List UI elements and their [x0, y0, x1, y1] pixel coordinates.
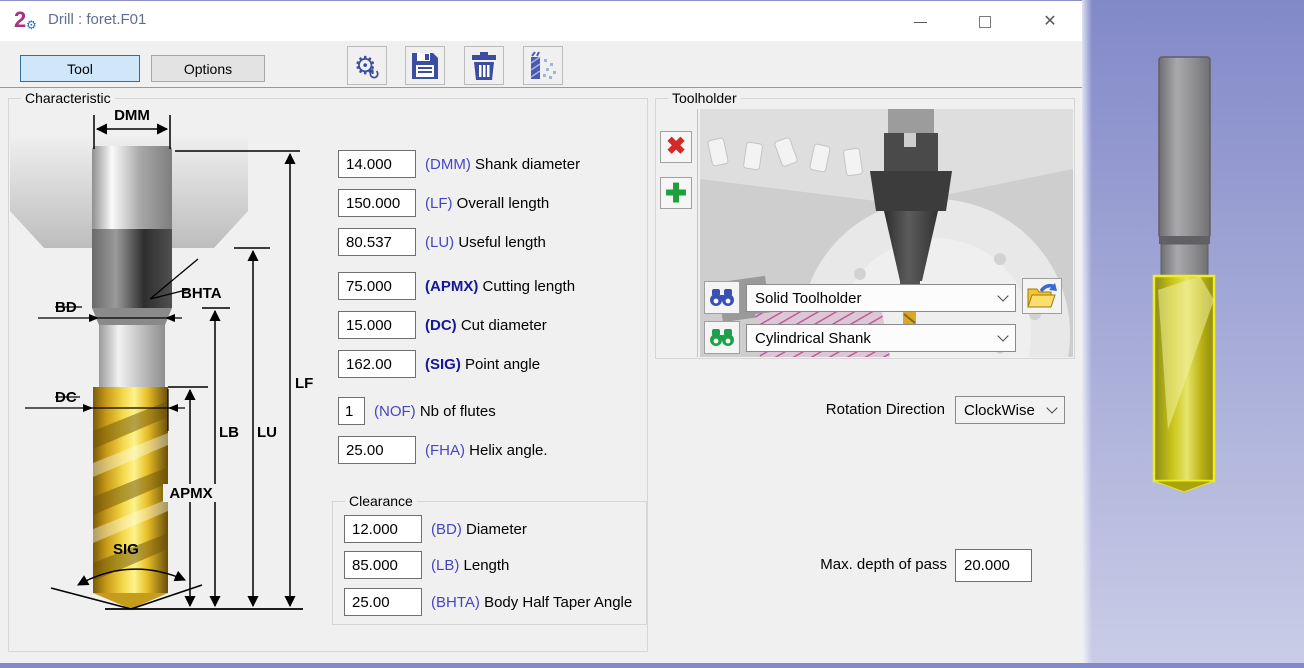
rotation-direction-select[interactable]: ClockWise [955, 396, 1065, 424]
bhta-input[interactable] [344, 588, 422, 616]
close-button[interactable]: ✕ [1028, 9, 1072, 35]
apmx-input[interactable] [338, 272, 416, 300]
svg-text:LB: LB [219, 424, 239, 441]
simulation-button[interactable] [523, 46, 563, 85]
rotation-direction-label: Rotation Direction [745, 401, 945, 418]
toolholder-preview-image [700, 109, 1073, 357]
open-toolholder-library-button[interactable] [1022, 278, 1062, 314]
delete-button[interactable] [464, 46, 504, 85]
drill-3d-preview-panel [1082, 0, 1304, 663]
lu-input[interactable] [338, 228, 416, 256]
maximize-button[interactable] [963, 9, 1007, 35]
svg-text:LF: LF [295, 375, 313, 392]
dc-input[interactable] [338, 311, 416, 339]
window-title: Drill : foret.F01 [48, 11, 146, 28]
svg-text:↻: ↻ [368, 66, 380, 82]
shank-type-select[interactable]: Cylindrical Shank [746, 324, 1016, 352]
lf-input[interactable] [338, 189, 416, 217]
toolholder-type-select[interactable]: Solid Toolholder [746, 284, 1016, 312]
panel-highlight [1082, 0, 1092, 663]
bd-input[interactable] [344, 515, 422, 543]
drill-diagram: DMM LF LU LB APMX BHTA BD DC [10, 101, 330, 649]
window-maximize-icon [979, 16, 991, 28]
field-row-bd: (BD) Diameter [344, 515, 527, 543]
app-logo-icon: 2⚙ [14, 9, 40, 33]
chevron-down-icon [997, 290, 1008, 301]
nof-input[interactable] [338, 397, 365, 425]
lb-input[interactable] [344, 551, 422, 579]
red-cross-icon: ✖ [666, 135, 686, 159]
tool-chips-icon [527, 51, 559, 81]
field-row-sig: (SIG) Point angle [338, 350, 540, 378]
sig-input[interactable] [338, 350, 416, 378]
svg-text:SIG: SIG [113, 541, 139, 558]
trash-icon [470, 52, 498, 80]
search-shank-button[interactable] [704, 321, 740, 354]
title-bar: 2⚙ Drill : foret.F01 ✕ [0, 1, 1082, 41]
toolbar-separator [0, 87, 1082, 88]
chevron-down-icon [1046, 402, 1057, 413]
settings-button[interactable]: ⚙ ↻ [347, 46, 387, 85]
max-depth-input[interactable] [955, 549, 1032, 582]
add-toolholder-button[interactable]: ✚ [660, 177, 692, 209]
field-row-fha: (FHA) Helix angle. [338, 436, 548, 464]
gear-refresh-icon: ⚙ ↻ [351, 50, 383, 82]
toolholder-separator [697, 109, 698, 357]
field-row-lf: (LF) Overall length [338, 189, 549, 217]
window-minimize-icon [914, 22, 927, 23]
clearance-title: Clearance [345, 493, 417, 509]
tab-tool[interactable]: Tool [20, 55, 140, 82]
remove-toolholder-button[interactable]: ✖ [660, 131, 692, 163]
green-binoculars-icon [709, 329, 735, 347]
minimize-button[interactable] [898, 9, 942, 35]
search-toolholder-button[interactable] [704, 281, 740, 314]
green-plus-icon: ✚ [665, 180, 687, 206]
svg-text:LU: LU [257, 424, 277, 441]
field-row-bhta: (BHTA) Body Half Taper Angle [344, 588, 632, 616]
chevron-down-icon [997, 330, 1008, 341]
save-icon [411, 52, 439, 80]
tab-options[interactable]: Options [151, 55, 265, 82]
svg-text:DMM: DMM [114, 107, 150, 124]
svg-text:APMX: APMX [169, 485, 212, 502]
field-row-apmx: (APMX) Cutting length [338, 272, 575, 300]
window-close-icon: ✕ [1043, 14, 1056, 30]
field-row-nof: (NOF) Nb of flutes [338, 397, 496, 425]
field-row-dmm: (DMM) Shank diameter [338, 150, 580, 178]
drill-3d-preview [1082, 0, 1304, 663]
field-row-lb: (LB) Length [344, 551, 509, 579]
toolholder-title: Toolholder [668, 90, 741, 106]
dmm-input[interactable] [338, 150, 416, 178]
drill-dialog-window: 2⚙ Drill : foret.F01 ✕ Tool Options ⚙ ↻ [0, 0, 1082, 663]
field-row-dc: (DC) Cut diameter [338, 311, 547, 339]
save-button[interactable] [405, 46, 445, 85]
fha-input[interactable] [338, 436, 416, 464]
blue-binoculars-icon [709, 289, 735, 307]
open-folder-icon [1027, 283, 1057, 309]
svg-text:BHTA: BHTA [181, 285, 222, 302]
field-row-lu: (LU) Useful length [338, 228, 546, 256]
max-depth-label: Max. depth of pass [745, 556, 947, 573]
